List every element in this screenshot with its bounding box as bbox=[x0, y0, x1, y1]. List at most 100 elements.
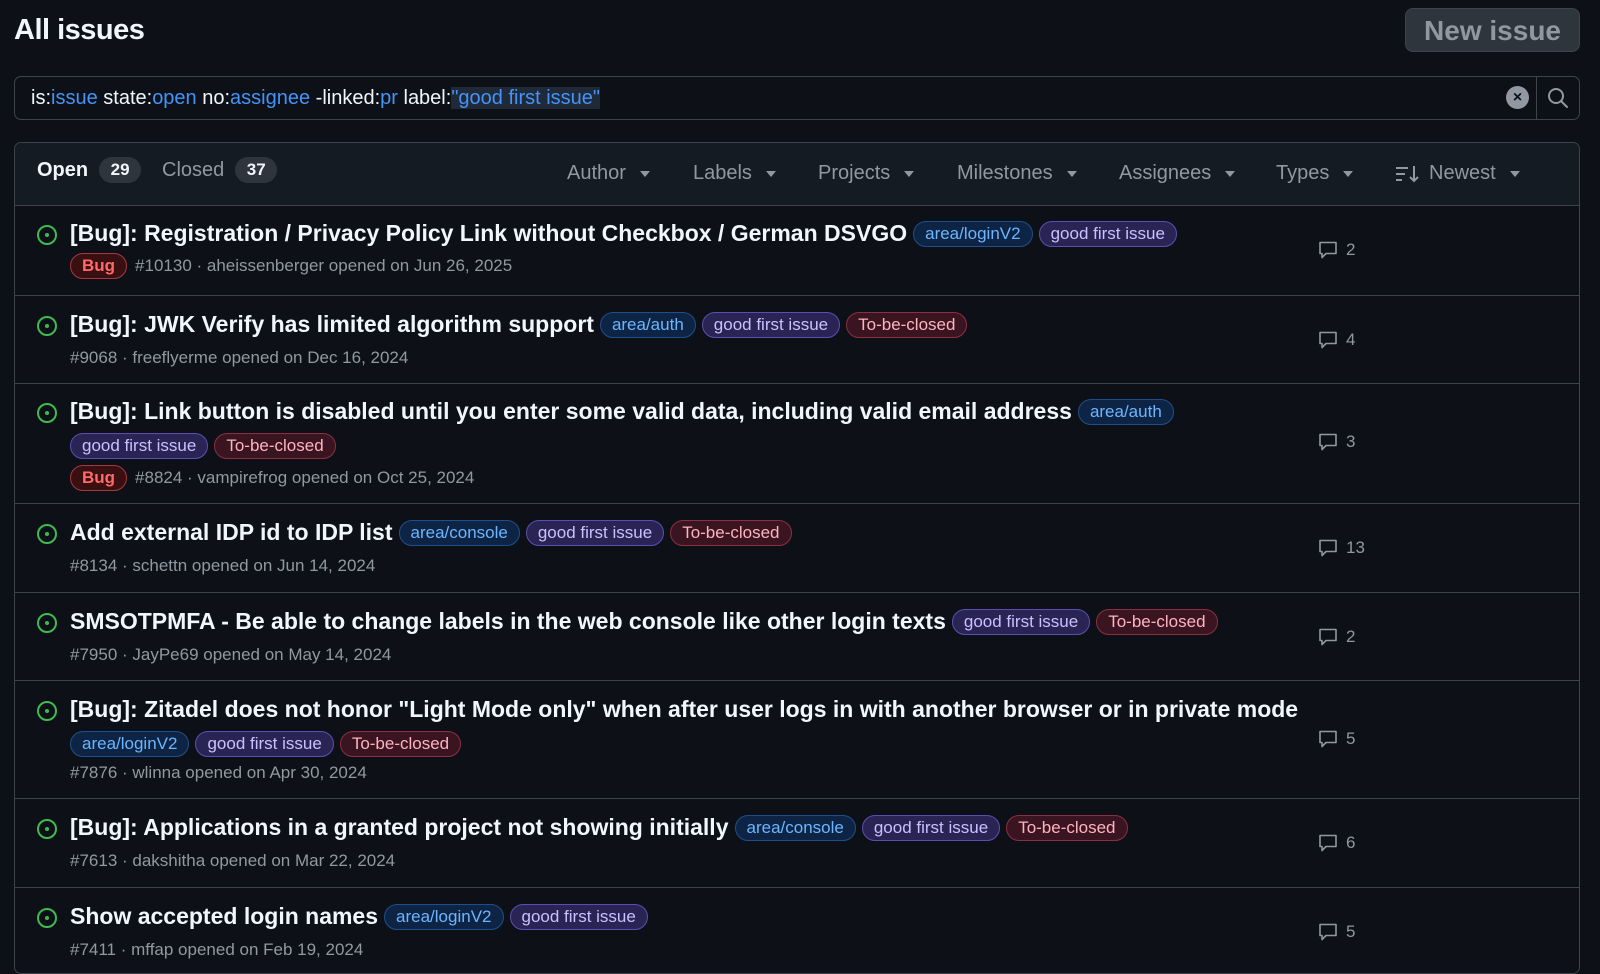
label-badge[interactable]: good first issue bbox=[951, 608, 1091, 635]
closed-count-badge: 37 bbox=[235, 157, 278, 183]
issue-title[interactable]: SMSOTPMFA - Be able to change labels in … bbox=[70, 608, 946, 635]
comment-icon bbox=[1319, 241, 1337, 259]
label-badge[interactable]: good first issue bbox=[701, 311, 841, 338]
filter-label: Assignees bbox=[1119, 162, 1212, 184]
comment-icon bbox=[1319, 834, 1337, 852]
comment-count[interactable]: 5 bbox=[1318, 922, 1355, 942]
issue-title[interactable]: [Bug]: Zitadel does not honor "Light Mod… bbox=[70, 696, 1298, 723]
issue-meta: #10130 · aheissenberger opened on Jun 26… bbox=[135, 256, 513, 275]
issue-opened-icon bbox=[37, 908, 57, 928]
issue-opened-icon bbox=[37, 403, 57, 423]
label-badge[interactable]: To-be-closed bbox=[1006, 814, 1128, 841]
sort-label: Newest bbox=[1429, 162, 1496, 184]
author-filter[interactable]: Author bbox=[567, 162, 650, 185]
search-bar[interactable]: is:issue state:open no:assignee -linked:… bbox=[14, 76, 1580, 120]
comment-count[interactable]: 6 bbox=[1318, 833, 1355, 853]
issue-type-badge: Bug bbox=[70, 465, 128, 491]
label-badge[interactable]: area/loginV2 bbox=[913, 220, 1033, 247]
issue-title[interactable]: Show accepted login names bbox=[70, 903, 378, 930]
assignees-filter[interactable]: Assignees bbox=[1119, 162, 1236, 185]
comment-icon bbox=[1319, 539, 1337, 557]
clear-search-icon[interactable]: × bbox=[1506, 86, 1529, 109]
sort-descending-icon bbox=[1396, 165, 1419, 182]
issue-row[interactable]: [Bug]: JWK Verify has limited algorithm … bbox=[15, 296, 1579, 384]
comment-count-value: 3 bbox=[1346, 432, 1356, 451]
label-badge[interactable]: area/loginV2 bbox=[384, 903, 504, 930]
issue-meta: #7411 · mffap opened on Feb 19, 2024 bbox=[70, 940, 364, 959]
label-badge[interactable]: area/auth bbox=[599, 311, 696, 338]
label-badge[interactable]: area/auth bbox=[1077, 398, 1174, 425]
issue-meta: #7950 · JayPe69 opened on May 14, 2024 bbox=[70, 645, 392, 664]
label-badge[interactable]: good first issue bbox=[509, 903, 648, 930]
issue-row[interactable]: Add external IDP id to IDP list area/con… bbox=[15, 504, 1579, 593]
comment-count[interactable]: 2 bbox=[1318, 240, 1355, 260]
query-key: state: bbox=[97, 87, 153, 109]
sort-dropdown[interactable]: Newest bbox=[1395, 162, 1520, 185]
page-title: All issues bbox=[14, 14, 145, 46]
label-badge[interactable]: area/console bbox=[398, 519, 520, 546]
label-badge[interactable]: good first issue bbox=[1038, 220, 1177, 247]
tab-closed-label: Closed bbox=[162, 158, 225, 181]
caret-down-icon bbox=[904, 170, 915, 177]
issue-row[interactable]: Show accepted login names area/loginV2 g… bbox=[15, 888, 1579, 973]
issue-title[interactable]: Add external IDP id to IDP list bbox=[70, 519, 393, 546]
label-badge[interactable]: good first issue bbox=[70, 433, 209, 459]
issue-type-badge: Bug bbox=[70, 253, 128, 279]
issue-title[interactable]: [Bug]: Link button is disabled until you… bbox=[70, 398, 1072, 425]
label-badge[interactable]: area/loginV2 bbox=[70, 731, 190, 757]
comment-count[interactable]: 5 bbox=[1318, 729, 1355, 749]
issue-row[interactable]: [Bug]: Link button is disabled until you… bbox=[15, 384, 1579, 504]
comment-count[interactable]: 3 bbox=[1318, 432, 1355, 452]
issue-opened-icon bbox=[37, 524, 57, 544]
search-input[interactable]: is:issue state:open no:assignee -linked:… bbox=[31, 87, 601, 110]
issue-title[interactable]: [Bug]: Applications in a granted project… bbox=[70, 814, 729, 841]
tab-open-label: Open bbox=[37, 158, 89, 181]
issue-meta: #8134 · schettn opened on Jun 14, 2024 bbox=[70, 556, 376, 575]
issue-meta: #7613 · dakshitha opened on Mar 22, 2024 bbox=[70, 851, 396, 870]
tab-closed[interactable]: Closed 37 bbox=[162, 157, 278, 183]
types-filter[interactable]: Types bbox=[1276, 162, 1354, 185]
issue-title[interactable]: [Bug]: Registration / Privacy Policy Lin… bbox=[70, 220, 907, 247]
issue-row[interactable]: [Bug]: Registration / Privacy Policy Lin… bbox=[15, 206, 1579, 296]
comment-count[interactable]: 2 bbox=[1318, 627, 1355, 647]
label-badge[interactable]: good first issue bbox=[861, 814, 1001, 841]
label-badge[interactable]: To-be-closed bbox=[670, 519, 792, 546]
tab-open[interactable]: Open 29 bbox=[37, 157, 142, 183]
issue-row[interactable]: SMSOTPMFA - Be able to change labels in … bbox=[15, 593, 1579, 681]
filter-label: Author bbox=[567, 162, 626, 184]
query-key: -linked: bbox=[310, 87, 381, 109]
label-badge[interactable]: To-be-closed bbox=[846, 311, 968, 338]
comment-count[interactable]: 4 bbox=[1318, 330, 1355, 350]
projects-filter[interactable]: Projects bbox=[818, 162, 915, 185]
caret-down-icon bbox=[1509, 170, 1520, 177]
filter-label: Types bbox=[1276, 162, 1330, 184]
issue-row[interactable]: [Bug]: Zitadel does not honor "Light Mod… bbox=[15, 681, 1579, 799]
comment-icon bbox=[1319, 433, 1337, 451]
query-value: open bbox=[152, 87, 197, 109]
label-badge[interactable]: To-be-closed bbox=[339, 731, 462, 757]
search-button[interactable] bbox=[1536, 77, 1579, 119]
comment-count-value: 2 bbox=[1346, 627, 1356, 646]
issue-row[interactable]: [Bug]: Applications in a granted project… bbox=[15, 799, 1579, 888]
filter-label: Milestones bbox=[957, 162, 1053, 184]
issue-opened-icon bbox=[37, 613, 57, 633]
comment-count-value: 6 bbox=[1346, 833, 1356, 852]
query-value: assignee bbox=[230, 87, 311, 109]
comment-count[interactable]: 13 bbox=[1318, 538, 1365, 558]
caret-down-icon bbox=[1225, 170, 1236, 177]
caret-down-icon bbox=[765, 170, 776, 177]
label-badge[interactable]: area/console bbox=[734, 814, 856, 841]
milestones-filter[interactable]: Milestones bbox=[957, 162, 1077, 185]
comment-count-value: 5 bbox=[1346, 922, 1356, 941]
issue-title[interactable]: [Bug]: JWK Verify has limited algorithm … bbox=[70, 311, 594, 338]
labels-filter[interactable]: Labels bbox=[693, 162, 776, 185]
issues-list: Open 29 Closed 37 Author Labels Projects… bbox=[14, 142, 1580, 974]
query-key: no: bbox=[196, 87, 231, 109]
comment-icon bbox=[1319, 628, 1337, 646]
label-badge[interactable]: good first issue bbox=[525, 519, 665, 546]
label-badge[interactable]: good first issue bbox=[195, 731, 334, 757]
label-badge[interactable]: To-be-closed bbox=[1096, 608, 1218, 635]
comment-count-value: 13 bbox=[1346, 538, 1365, 557]
label-badge[interactable]: To-be-closed bbox=[214, 433, 336, 459]
new-issue-button[interactable]: New issue bbox=[1405, 8, 1580, 52]
